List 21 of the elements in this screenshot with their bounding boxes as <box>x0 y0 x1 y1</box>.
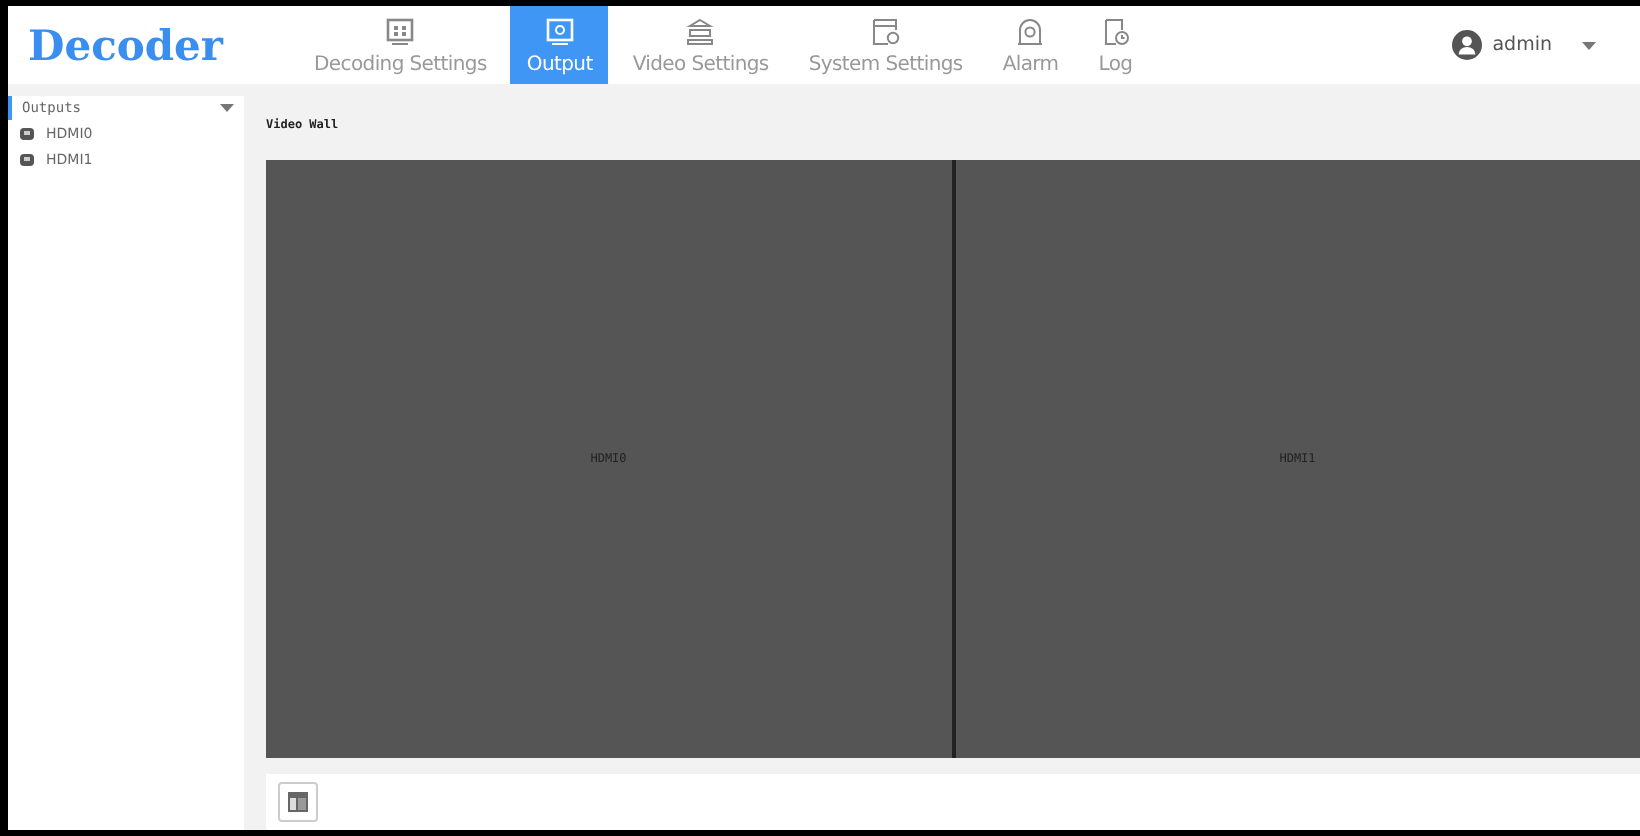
clock-icon <box>1099 15 1132 47</box>
user-icon <box>1452 30 1483 60</box>
caret-icon[interactable] <box>220 104 234 112</box>
output-icon <box>20 153 34 165</box>
gear-icon <box>869 15 902 47</box>
nav-tab[interactable]: Log <box>1082 6 1149 84</box>
output-icon <box>20 127 34 139</box>
logo: Decoder <box>28 20 226 70</box>
layout-button[interactable] <box>278 782 318 822</box>
stack-icon <box>684 15 717 47</box>
nav-tab[interactable]: System Settings <box>792 6 979 84</box>
nav-tab[interactable]: Output <box>510 6 609 84</box>
user-name[interactable]: admin <box>1492 34 1552 56</box>
camera-icon <box>1014 15 1047 47</box>
grid-icon <box>384 15 417 47</box>
nav-tab[interactable]: Video Settings <box>616 6 785 84</box>
nav-tab[interactable]: Alarm <box>986 6 1075 84</box>
nav-tab[interactable]: Decoding Settings <box>298 6 503 84</box>
monitor-icon <box>543 15 576 47</box>
caret-icon[interactable] <box>1582 41 1596 49</box>
layout-icon <box>288 792 308 812</box>
